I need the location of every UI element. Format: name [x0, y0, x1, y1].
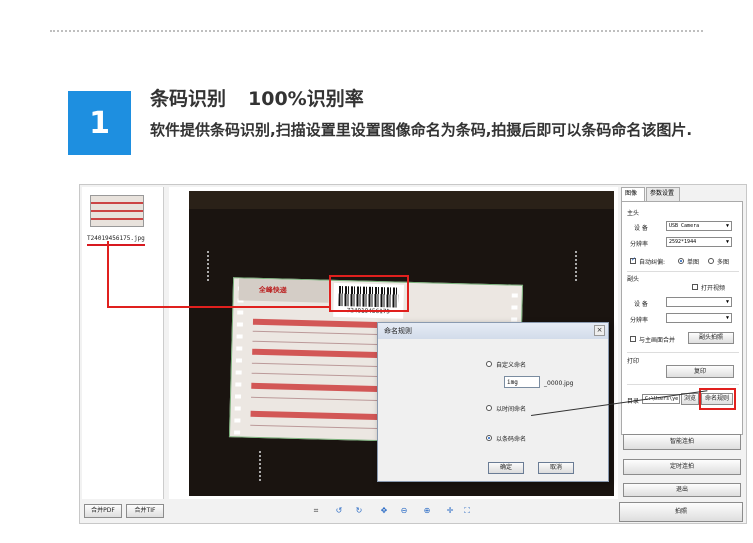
- chevron-down-icon: ▼: [725, 315, 729, 321]
- sub-device-select[interactable]: ▼: [666, 297, 732, 307]
- close-icon[interactable]: ×: [594, 325, 605, 336]
- custom-prefix-input[interactable]: img: [504, 376, 540, 388]
- custom-name-label: 自定义命名: [496, 362, 527, 369]
- guide-mark: [207, 251, 210, 281]
- section-print: 打印: [627, 358, 640, 365]
- sub-resolution-select[interactable]: ▼: [666, 313, 732, 323]
- dotted-divider: [50, 30, 703, 32]
- merge-main-checkbox[interactable]: [630, 336, 636, 342]
- thumbnail-image[interactable]: [90, 195, 144, 227]
- fullscreen-icon[interactable]: ⛶: [462, 506, 472, 516]
- step-title-rate: 100%识别率: [248, 88, 364, 110]
- group-divider: [627, 271, 739, 272]
- chevron-down-icon: ▼: [725, 239, 729, 245]
- tab-image[interactable]: 图像: [621, 187, 645, 201]
- settings-panel: 图像 参数设置 主头 设 备 USB Camera ▼ 分辨率 2592*1944…: [619, 187, 745, 523]
- group-divider: [627, 384, 739, 385]
- custom-suffix-label: _0000.jpg: [544, 380, 574, 387]
- main-device-label: 设 备: [634, 225, 648, 232]
- open-video-checkbox[interactable]: [692, 284, 698, 290]
- rotate-left-icon[interactable]: ↺: [334, 506, 344, 516]
- bottom-toolbar: 合并PDF 合并TIF ⌗ ↺ ↻ ✥ ⊖ ⊕ ✛ ⛶: [82, 502, 618, 522]
- zoom-in-icon[interactable]: ⊕: [422, 506, 432, 516]
- copy-button[interactable]: 复印: [666, 365, 734, 378]
- scanner-edge: [189, 191, 614, 209]
- merge-pdf-button[interactable]: 合并PDF: [84, 504, 122, 518]
- barcode-name-label: 以条码命名: [496, 436, 527, 443]
- section-sub-head: 副头: [627, 276, 640, 283]
- custom-name-radio[interactable]: [486, 361, 492, 367]
- crop-icon[interactable]: ⌗: [311, 506, 321, 516]
- rotate-right-icon[interactable]: ↻: [354, 506, 364, 516]
- step-description: 软件提供条码识别,扫描设置里设置图像命名为条码,拍摄后即可以条码命名该图片.: [150, 121, 693, 139]
- group-divider: [627, 352, 739, 353]
- thumbnail-panel: T24019456175.jpg: [82, 187, 164, 499]
- auto-crop-label: 自动纠偏:: [639, 259, 666, 266]
- main-device-value: USB Camera: [669, 223, 700, 229]
- zoom-out-icon[interactable]: ⊖: [399, 506, 409, 516]
- sub-capture-button[interactable]: 副头拍照: [688, 332, 734, 344]
- capture-button[interactable]: 拍照: [619, 502, 743, 522]
- main-resolution-select[interactable]: 2592*1944 ▼: [666, 237, 732, 247]
- smart-capture-button[interactable]: 智能连拍: [623, 434, 741, 450]
- annotation-line: [107, 241, 109, 307]
- dialog-title-bar: 命名规则 ×: [378, 323, 608, 339]
- sub-device-label: 设 备: [634, 301, 648, 308]
- timed-capture-button[interactable]: 定时连拍: [623, 459, 741, 475]
- single-image-label: 单图: [687, 259, 700, 266]
- main-resolution-label: 分辨率: [630, 241, 649, 248]
- annotation-line: [107, 306, 330, 308]
- dialog-title: 命名规则: [384, 327, 412, 335]
- auto-crop-checkbox[interactable]: [630, 256, 636, 264]
- chevron-down-icon: ▼: [725, 299, 729, 305]
- merge-main-label: 与主画面合并: [639, 337, 676, 344]
- section-main-head: 主头: [627, 210, 640, 217]
- guide-mark: [575, 251, 578, 281]
- single-image-radio[interactable]: [678, 258, 684, 264]
- barcode-highlight-box: [329, 275, 409, 312]
- barcode-name-radio[interactable]: [486, 435, 492, 441]
- browse-button[interactable]: 浏览: [681, 393, 699, 405]
- thumbnail-highlight-underline: [87, 244, 145, 246]
- multi-image-label: 多图: [717, 259, 730, 266]
- naming-rule-dialog: 命名规则 × 自定义命名 img _0000.jpg 以时间命名 以条码命名 确…: [377, 322, 609, 482]
- cancel-button[interactable]: 取消: [538, 462, 574, 474]
- tractor-holes: [233, 278, 245, 437]
- tab-parameters[interactable]: 参数设置: [646, 187, 680, 201]
- ok-button[interactable]: 确定: [488, 462, 524, 474]
- thumbnail-filename: T24019456175.jpg: [87, 235, 145, 242]
- exit-button[interactable]: 退出: [623, 483, 741, 497]
- merge-tif-button[interactable]: 合并TIF: [126, 504, 164, 518]
- time-name-radio[interactable]: [486, 405, 492, 411]
- time-name-label: 以时间命名: [496, 406, 527, 413]
- step-title: 条码识别 100%识别率: [150, 84, 364, 111]
- page: 1 条码识别 100%识别率 软件提供条码识别,扫描设置里设置图像命名为条码,拍摄…: [0, 0, 753, 543]
- waybill-brand-text: 全峰快递: [258, 285, 287, 295]
- sub-resolution-label: 分辨率: [630, 317, 649, 324]
- step-title-main: 条码识别: [150, 88, 227, 110]
- fit-icon[interactable]: ✛: [445, 506, 455, 516]
- multi-image-radio[interactable]: [708, 258, 714, 264]
- step-number-badge: 1: [68, 91, 131, 155]
- move-icon[interactable]: ✥: [379, 506, 389, 516]
- waybill-brand: 全峰快递: [238, 278, 330, 303]
- chevron-down-icon: ▼: [725, 223, 729, 229]
- guide-mark: [259, 451, 262, 481]
- main-device-select[interactable]: USB Camera ▼: [666, 221, 732, 231]
- open-video-label: 打开视频: [701, 285, 726, 292]
- main-resolution-value: 2592*1944: [669, 239, 697, 245]
